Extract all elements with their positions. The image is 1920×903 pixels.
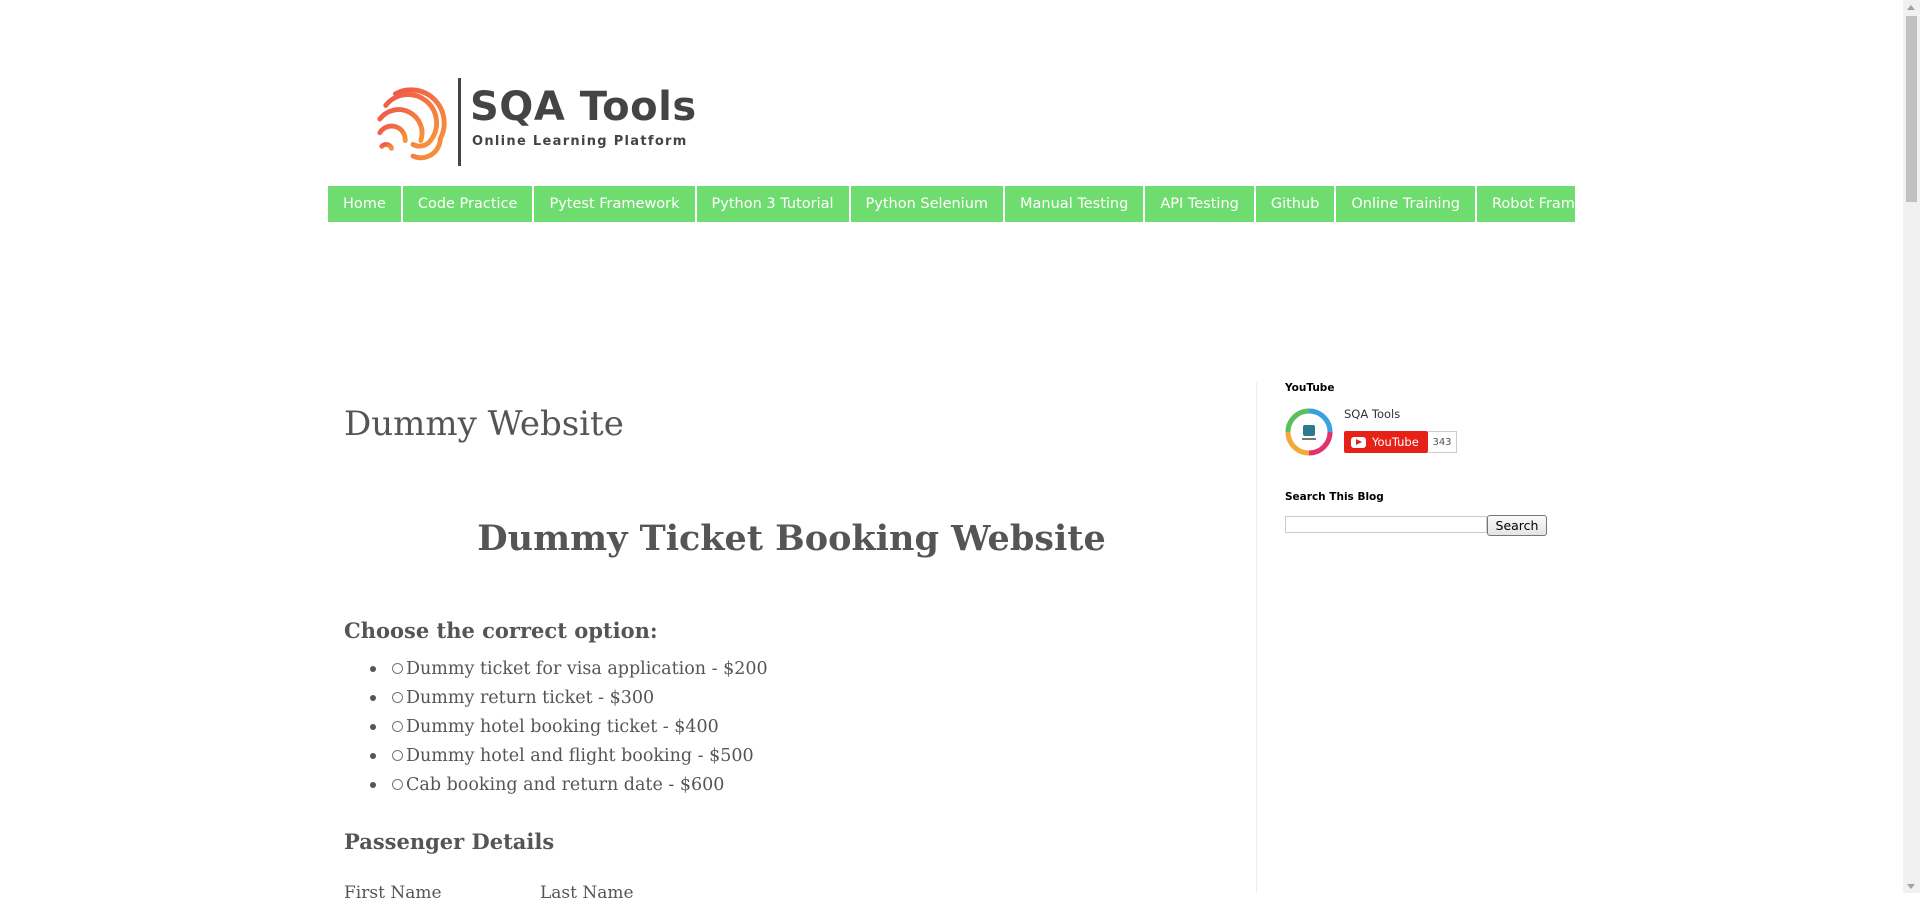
search-button[interactable]: Search (1487, 515, 1547, 536)
option-radio-hotel[interactable] (392, 721, 403, 732)
nav-pytest-framework[interactable]: Pytest Framework (534, 186, 697, 222)
list-item: Dummy return ticket - $300 (344, 683, 768, 712)
search-widget-title: Search This Blog (1285, 491, 1384, 503)
channel-avatar[interactable] (1285, 408, 1333, 456)
fingerprint-logo-icon (377, 87, 447, 161)
main-heading: Dummy Ticket Booking Website (477, 518, 1106, 559)
bullet-icon (370, 753, 376, 759)
option-radio-hotel-flight[interactable] (392, 750, 403, 761)
logo-tagline: Online Learning Platform (472, 134, 688, 149)
list-item: Dummy hotel booking ticket - $400 (344, 712, 768, 741)
scroll-down-arrow-icon[interactable] (1907, 884, 1915, 889)
option-label: Dummy return ticket - $300 (406, 687, 655, 708)
bullet-icon (370, 695, 376, 701)
blog-search-input[interactable] (1285, 516, 1487, 533)
nav-home[interactable]: Home (328, 186, 403, 222)
logo-divider (458, 78, 461, 166)
option-label: Dummy hotel and flight booking - $500 (406, 745, 754, 766)
nav-python-3-tutorial[interactable]: Python 3 Tutorial (697, 186, 851, 222)
youtube-play-icon (1351, 436, 1366, 448)
first-name-label: First Name (344, 883, 442, 903)
option-label: Dummy ticket for visa application - $200 (406, 658, 768, 679)
option-radio-cab[interactable] (392, 779, 403, 790)
choose-option-heading: Choose the correct option: (344, 618, 658, 643)
last-name-label: Last Name (540, 883, 634, 903)
channel-name[interactable]: SQA Tools (1344, 407, 1400, 421)
sidebar-divider (1256, 382, 1257, 893)
bullet-icon (370, 724, 376, 730)
option-radio-return[interactable] (392, 692, 403, 703)
nav-github[interactable]: Github (1256, 186, 1337, 222)
logo-title: SQA Tools (470, 84, 697, 130)
nav-robot-framework[interactable]: Robot Framework (1477, 186, 1636, 222)
nav-online-training[interactable]: Online Training (1336, 186, 1477, 222)
option-label: Dummy hotel booking ticket - $400 (406, 716, 719, 737)
name-labels-row: First Name Last Name (344, 883, 634, 903)
ticket-option-list: Dummy ticket for visa application - $200… (344, 654, 768, 799)
youtube-subscribe-button[interactable]: YouTube (1344, 431, 1428, 453)
list-item: Dummy ticket for visa application - $200 (344, 654, 768, 683)
subscriber-count: 343 (1428, 431, 1457, 453)
nav-api-testing[interactable]: API Testing (1145, 186, 1256, 222)
scroll-up-arrow-icon[interactable] (1907, 5, 1915, 10)
passenger-details-heading: Passenger Details (344, 829, 555, 854)
main-nav: Home Code Practice Pytest Framework Pyth… (328, 186, 1636, 222)
nav-code-practice[interactable]: Code Practice (403, 186, 535, 222)
nav-python-selenium[interactable]: Python Selenium (851, 186, 1006, 222)
youtube-button-label: YouTube (1372, 435, 1419, 449)
bullet-icon (370, 782, 376, 788)
page-title: Dummy Website (344, 404, 624, 444)
list-item: Dummy hotel and flight booking - $500 (344, 741, 768, 770)
option-label: Cab booking and return date - $600 (406, 774, 725, 795)
option-radio-visa[interactable] (392, 663, 403, 674)
bullet-icon (370, 666, 376, 672)
nav-manual-testing[interactable]: Manual Testing (1005, 186, 1146, 222)
site-logo[interactable]: SQA Tools Online Learning Platform (374, 78, 696, 166)
scrollbar-thumb[interactable] (1906, 16, 1917, 202)
list-item: Cab booking and return date - $600 (344, 770, 768, 799)
youtube-widget-title: YouTube (1285, 382, 1335, 394)
